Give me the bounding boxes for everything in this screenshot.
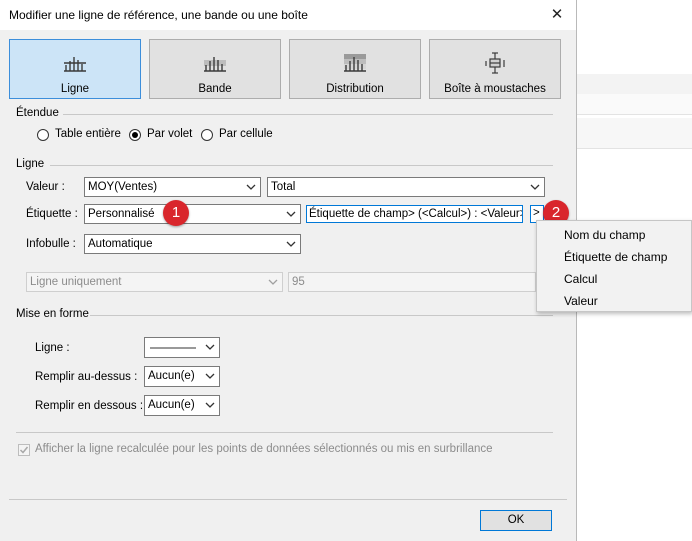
menu-item-calculation[interactable]: Calcul xyxy=(564,272,597,286)
footer-separator xyxy=(9,499,567,500)
chevron-down-icon xyxy=(205,402,215,408)
value-field-select[interactable]: MOY(Ventes) xyxy=(84,177,261,197)
fill-below-select[interactable]: Aucun(e) xyxy=(144,395,220,416)
background-strip xyxy=(577,94,692,115)
label-type-select[interactable]: Personnalisé xyxy=(84,204,301,224)
tooltip-label: Infobulle : xyxy=(26,238,76,250)
radio-per-pane[interactable] xyxy=(129,129,141,141)
box-plot-icon xyxy=(485,52,505,74)
confidence-mode-value: Ligne uniquement xyxy=(30,276,122,288)
radio-per-pane-label: Par volet xyxy=(147,128,193,140)
radio-per-cell[interactable] xyxy=(201,129,213,141)
confidence-mode-select: Ligne uniquement xyxy=(26,272,283,292)
value-field-value: MOY(Ventes) xyxy=(88,181,158,193)
chevron-down-icon xyxy=(286,241,296,247)
chevron-down-icon xyxy=(286,211,296,217)
chevron-down-icon xyxy=(205,344,215,350)
background-strip xyxy=(577,118,692,149)
formatting-separator xyxy=(90,315,553,316)
confidence-value-input: 95 xyxy=(288,272,536,292)
tile-distribution-label: Distribution xyxy=(326,83,384,95)
fill-below-label: Remplir en dessous : xyxy=(35,400,144,412)
checkbox-separator xyxy=(16,432,553,433)
title-bar: Modifier une ligne de référence, une ban… xyxy=(0,0,576,30)
recalc-checkbox xyxy=(18,444,30,456)
label-label: Étiquette : xyxy=(26,208,78,220)
line-style-select[interactable] xyxy=(144,337,220,358)
distribution-icon xyxy=(344,54,366,72)
chevron-down-icon xyxy=(246,184,256,190)
insert-field-menu: Nom du champ Étiquette de champ Calcul V… xyxy=(536,220,692,312)
value-aggregation-select[interactable]: Total xyxy=(267,177,545,197)
radio-per-cell-label: Par cellule xyxy=(219,128,273,140)
chevron-down-icon xyxy=(530,184,540,190)
radio-entire-table[interactable] xyxy=(37,129,49,141)
tile-line-label: Ligne xyxy=(60,83,90,95)
background-strip xyxy=(577,74,692,95)
tooltip-select[interactable]: Automatique xyxy=(84,234,301,254)
scope-separator xyxy=(63,114,553,115)
dialog-title: Modifier une ligne de référence, une ban… xyxy=(9,8,308,22)
value-aggregation-value: Total xyxy=(271,181,296,193)
line-heading: Ligne xyxy=(16,158,45,170)
menu-item-value[interactable]: Valeur xyxy=(564,294,598,308)
label-custom-text-value: Étiquette de champ> (<Calcul>) : <Valeur… xyxy=(309,208,523,220)
fill-above-value: Aucun(e) xyxy=(148,370,195,382)
label-type-value: Personnalisé xyxy=(88,208,155,220)
reference-line-icon xyxy=(64,57,86,72)
tile-box-plot[interactable]: Boîte à moustaches xyxy=(429,39,561,99)
formatting-heading: Mise en forme xyxy=(16,308,89,320)
checkmark-icon xyxy=(19,446,29,454)
fill-above-label: Remplir au-dessus : xyxy=(35,371,138,383)
chevron-down-icon xyxy=(205,373,215,379)
label-custom-text-input[interactable]: Étiquette de champ> (<Calcul>) : <Valeur… xyxy=(306,205,523,223)
menu-item-field-name[interactable]: Nom du champ xyxy=(564,228,645,242)
confidence-value: 95 xyxy=(292,276,305,288)
reference-line-dialog: Modifier une ligne de référence, une ban… xyxy=(0,0,577,541)
close-icon[interactable]: ✕ xyxy=(546,4,568,26)
scope-heading: Étendue xyxy=(16,107,59,119)
line-style-preview-icon xyxy=(150,347,196,349)
radio-entire-table-label: Table entière xyxy=(55,128,121,140)
tile-band[interactable]: Bande xyxy=(149,39,281,99)
tile-band-label: Bande xyxy=(198,83,232,95)
fill-below-value: Aucun(e) xyxy=(148,399,195,411)
ok-button[interactable]: OK xyxy=(480,510,552,531)
menu-item-field-label[interactable]: Étiquette de champ xyxy=(564,250,667,264)
tile-box-plot-label: Boîte à moustaches xyxy=(444,83,546,95)
line-separator xyxy=(50,165,553,166)
insert-field-button-label: > xyxy=(533,207,540,219)
band-icon xyxy=(204,57,226,72)
chevron-down-icon xyxy=(268,279,278,285)
value-label: Valeur : xyxy=(26,181,65,193)
line-style-label: Ligne : xyxy=(35,342,70,354)
fill-above-select[interactable]: Aucun(e) xyxy=(144,366,220,387)
annotation-badge-1: 1 xyxy=(163,200,189,226)
recalc-checkbox-label: Afficher la ligne recalculée pour les po… xyxy=(35,443,493,455)
tooltip-value: Automatique xyxy=(88,238,153,250)
tile-line[interactable]: Ligne xyxy=(9,39,141,99)
tile-distribution[interactable]: Distribution xyxy=(289,39,421,99)
